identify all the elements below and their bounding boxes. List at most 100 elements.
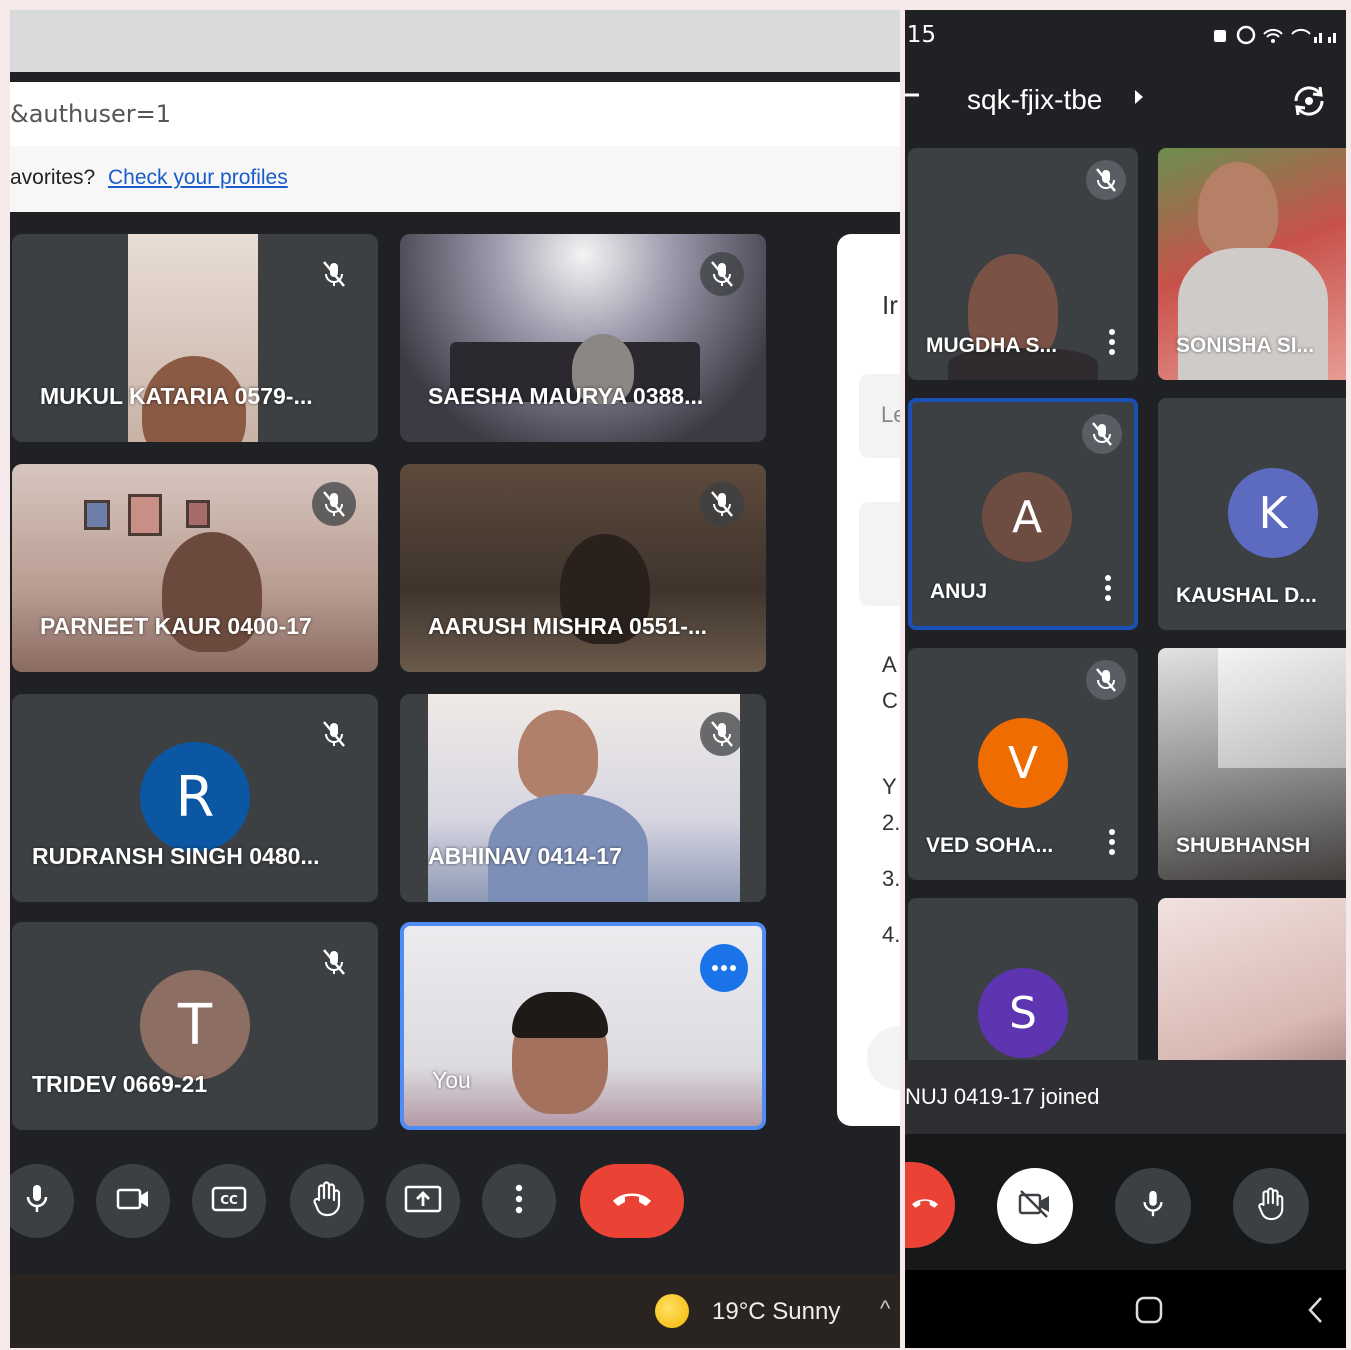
wall-frame: [84, 500, 110, 530]
panel-text: 3.: [882, 866, 900, 891]
raise-hand-button[interactable]: [1233, 1168, 1309, 1244]
avatar: S: [978, 968, 1068, 1058]
participant-tile[interactable]: K KAUSHAL D...: [1158, 398, 1346, 630]
participant-name: SONISHA SI...: [1176, 334, 1315, 357]
participant-tile[interactable]: PARNEET KAUR 0400-17: [12, 464, 378, 672]
microphone-button[interactable]: [10, 1164, 74, 1238]
muted-mic-icon: [1086, 160, 1126, 200]
camera-button[interactable]: [96, 1164, 170, 1238]
closed-captions-icon: CC: [211, 1185, 247, 1218]
avatar: K: [1228, 468, 1318, 558]
participant-tile[interactable]: MUGDHA S...: [908, 148, 1138, 380]
microphone-icon: [1139, 1187, 1167, 1226]
avatar: R: [140, 742, 250, 852]
participant-tile[interactable]: SAESHA MAURYA 0388...: [400, 234, 766, 442]
vertical-dots-icon[interactable]: [1108, 828, 1116, 856]
desktop-meet-screenshot: &authuser=1 avorites? Check your profile…: [10, 10, 900, 1348]
sun-weather-icon: [655, 1294, 689, 1328]
panel-text: 4.: [882, 922, 900, 947]
camera-off-button[interactable]: [997, 1168, 1073, 1244]
self-view-tile[interactable]: You: [400, 922, 766, 1130]
status-bar: :15: [905, 10, 1346, 62]
more-options-button[interactable]: [700, 944, 748, 992]
participant-tile[interactable]: AARUSH MISHRA 0551-...: [400, 464, 766, 672]
wall-frame: [128, 494, 162, 536]
participant-name: MUGDHA S...: [926, 334, 1058, 357]
vertical-dots-icon[interactable]: [1104, 574, 1112, 602]
panel-text: A: [882, 652, 897, 677]
avatar: V: [978, 718, 1068, 808]
video-ceiling: [1218, 648, 1346, 768]
chevron-right-icon[interactable]: [1133, 88, 1145, 111]
video-feed: [428, 694, 740, 902]
panel-text: C: [882, 688, 898, 713]
participant-tile[interactable]: T TRIDEV 0669-21: [12, 922, 378, 1130]
participant-name: ABHINAV 0414-17: [428, 843, 622, 869]
muted-mic-icon: [312, 940, 356, 984]
avatar: A: [982, 472, 1072, 562]
url-text: &authuser=1: [10, 100, 171, 128]
participant-tile[interactable]: ABHINAV 0414-17: [400, 694, 766, 902]
participant-face: [518, 710, 598, 800]
participant-tile[interactable]: V VED SOHA...: [908, 648, 1138, 880]
join-notification: NUJ 0419-17 joined: [905, 1060, 1346, 1134]
meeting-details-panel: Ir Le A C Y 2. 3. 4.: [837, 234, 900, 1126]
muted-mic-icon: [312, 252, 356, 296]
participant-tile[interactable]: SHUBHANSH: [1158, 648, 1346, 880]
home-button-icon[interactable]: [1135, 1296, 1163, 1329]
participant-tile[interactable]: MUKUL KATARIA 0579-...: [12, 234, 378, 442]
muted-mic-icon: [700, 482, 744, 526]
muted-mic-icon: [700, 252, 744, 296]
participant-name: TRIDEV 0669-21: [32, 1071, 208, 1097]
muted-mic-icon: [312, 712, 356, 756]
leave-call-button[interactable]: [580, 1164, 684, 1238]
panel-fab[interactable]: [867, 1026, 900, 1090]
vertical-dots-icon: [515, 1184, 523, 1219]
participant-tile[interactable]: R RUDRANSH SINGH 0480...: [12, 694, 378, 902]
participant-name: ANUJ: [930, 580, 988, 603]
check-profiles-link[interactable]: Check your profiles: [108, 166, 288, 190]
mobile-meet-screenshot: :15 sqk-fjix-tbe: [905, 10, 1346, 1348]
microphone-button[interactable]: [1115, 1168, 1191, 1244]
muted-mic-icon: [1082, 414, 1122, 454]
hang-up-icon: [910, 1195, 940, 1216]
video-feed: [128, 234, 258, 442]
participant-name: AARUSH MISHRA 0551-...: [428, 613, 708, 639]
status-icons: [1212, 24, 1342, 51]
muted-mic-icon: [700, 712, 744, 756]
weather-readout: 19°C Sunny: [712, 1298, 841, 1325]
participant-body: [1178, 248, 1328, 380]
meeting-header: sqk-fjix-tbe: [905, 70, 1346, 136]
more-options-button[interactable]: [482, 1164, 556, 1238]
leave-call-button[interactable]: [905, 1162, 955, 1248]
participant-name: PARNEET KAUR 0400-17: [40, 613, 312, 639]
wall-frame: [186, 500, 210, 528]
svg-text:CC: CC: [220, 1193, 238, 1207]
captions-button[interactable]: CC: [192, 1164, 266, 1238]
panel-link-box[interactable]: Le: [859, 374, 900, 458]
switch-camera-icon[interactable]: [1290, 82, 1328, 125]
microphone-icon: [22, 1182, 52, 1221]
participant-name: You: [432, 1067, 471, 1093]
participant-name: RUDRANSH SINGH 0480...: [32, 843, 320, 869]
browser-tab-strip: [10, 10, 900, 72]
hang-up-icon: [610, 1189, 654, 1214]
notification-text: NUJ 0419-17 joined: [905, 1084, 1100, 1109]
participant-face: [1198, 162, 1278, 258]
back-arrow-icon[interactable]: [905, 80, 921, 119]
address-bar[interactable]: &authuser=1: [10, 82, 900, 146]
chevron-up-icon[interactable]: ^: [880, 1296, 890, 1322]
vertical-dots-icon[interactable]: [1108, 328, 1116, 356]
present-screen-button[interactable]: [386, 1164, 460, 1238]
meeting-code[interactable]: sqk-fjix-tbe: [967, 84, 1102, 116]
participant-tile[interactable]: SONISHA SI...: [1158, 148, 1346, 380]
participant-name: SHUBHANSH: [1176, 834, 1311, 857]
panel-copy-box[interactable]: [859, 502, 900, 606]
raise-hand-button[interactable]: [290, 1164, 364, 1238]
participant-hair: [512, 992, 608, 1038]
avatar: T: [140, 970, 250, 1080]
mobile-call-controls: [905, 1134, 1346, 1270]
back-button-icon[interactable]: [1307, 1296, 1325, 1329]
raise-hand-icon: [1256, 1186, 1286, 1227]
participant-tile-speaking[interactable]: A ANUJ: [908, 398, 1138, 630]
